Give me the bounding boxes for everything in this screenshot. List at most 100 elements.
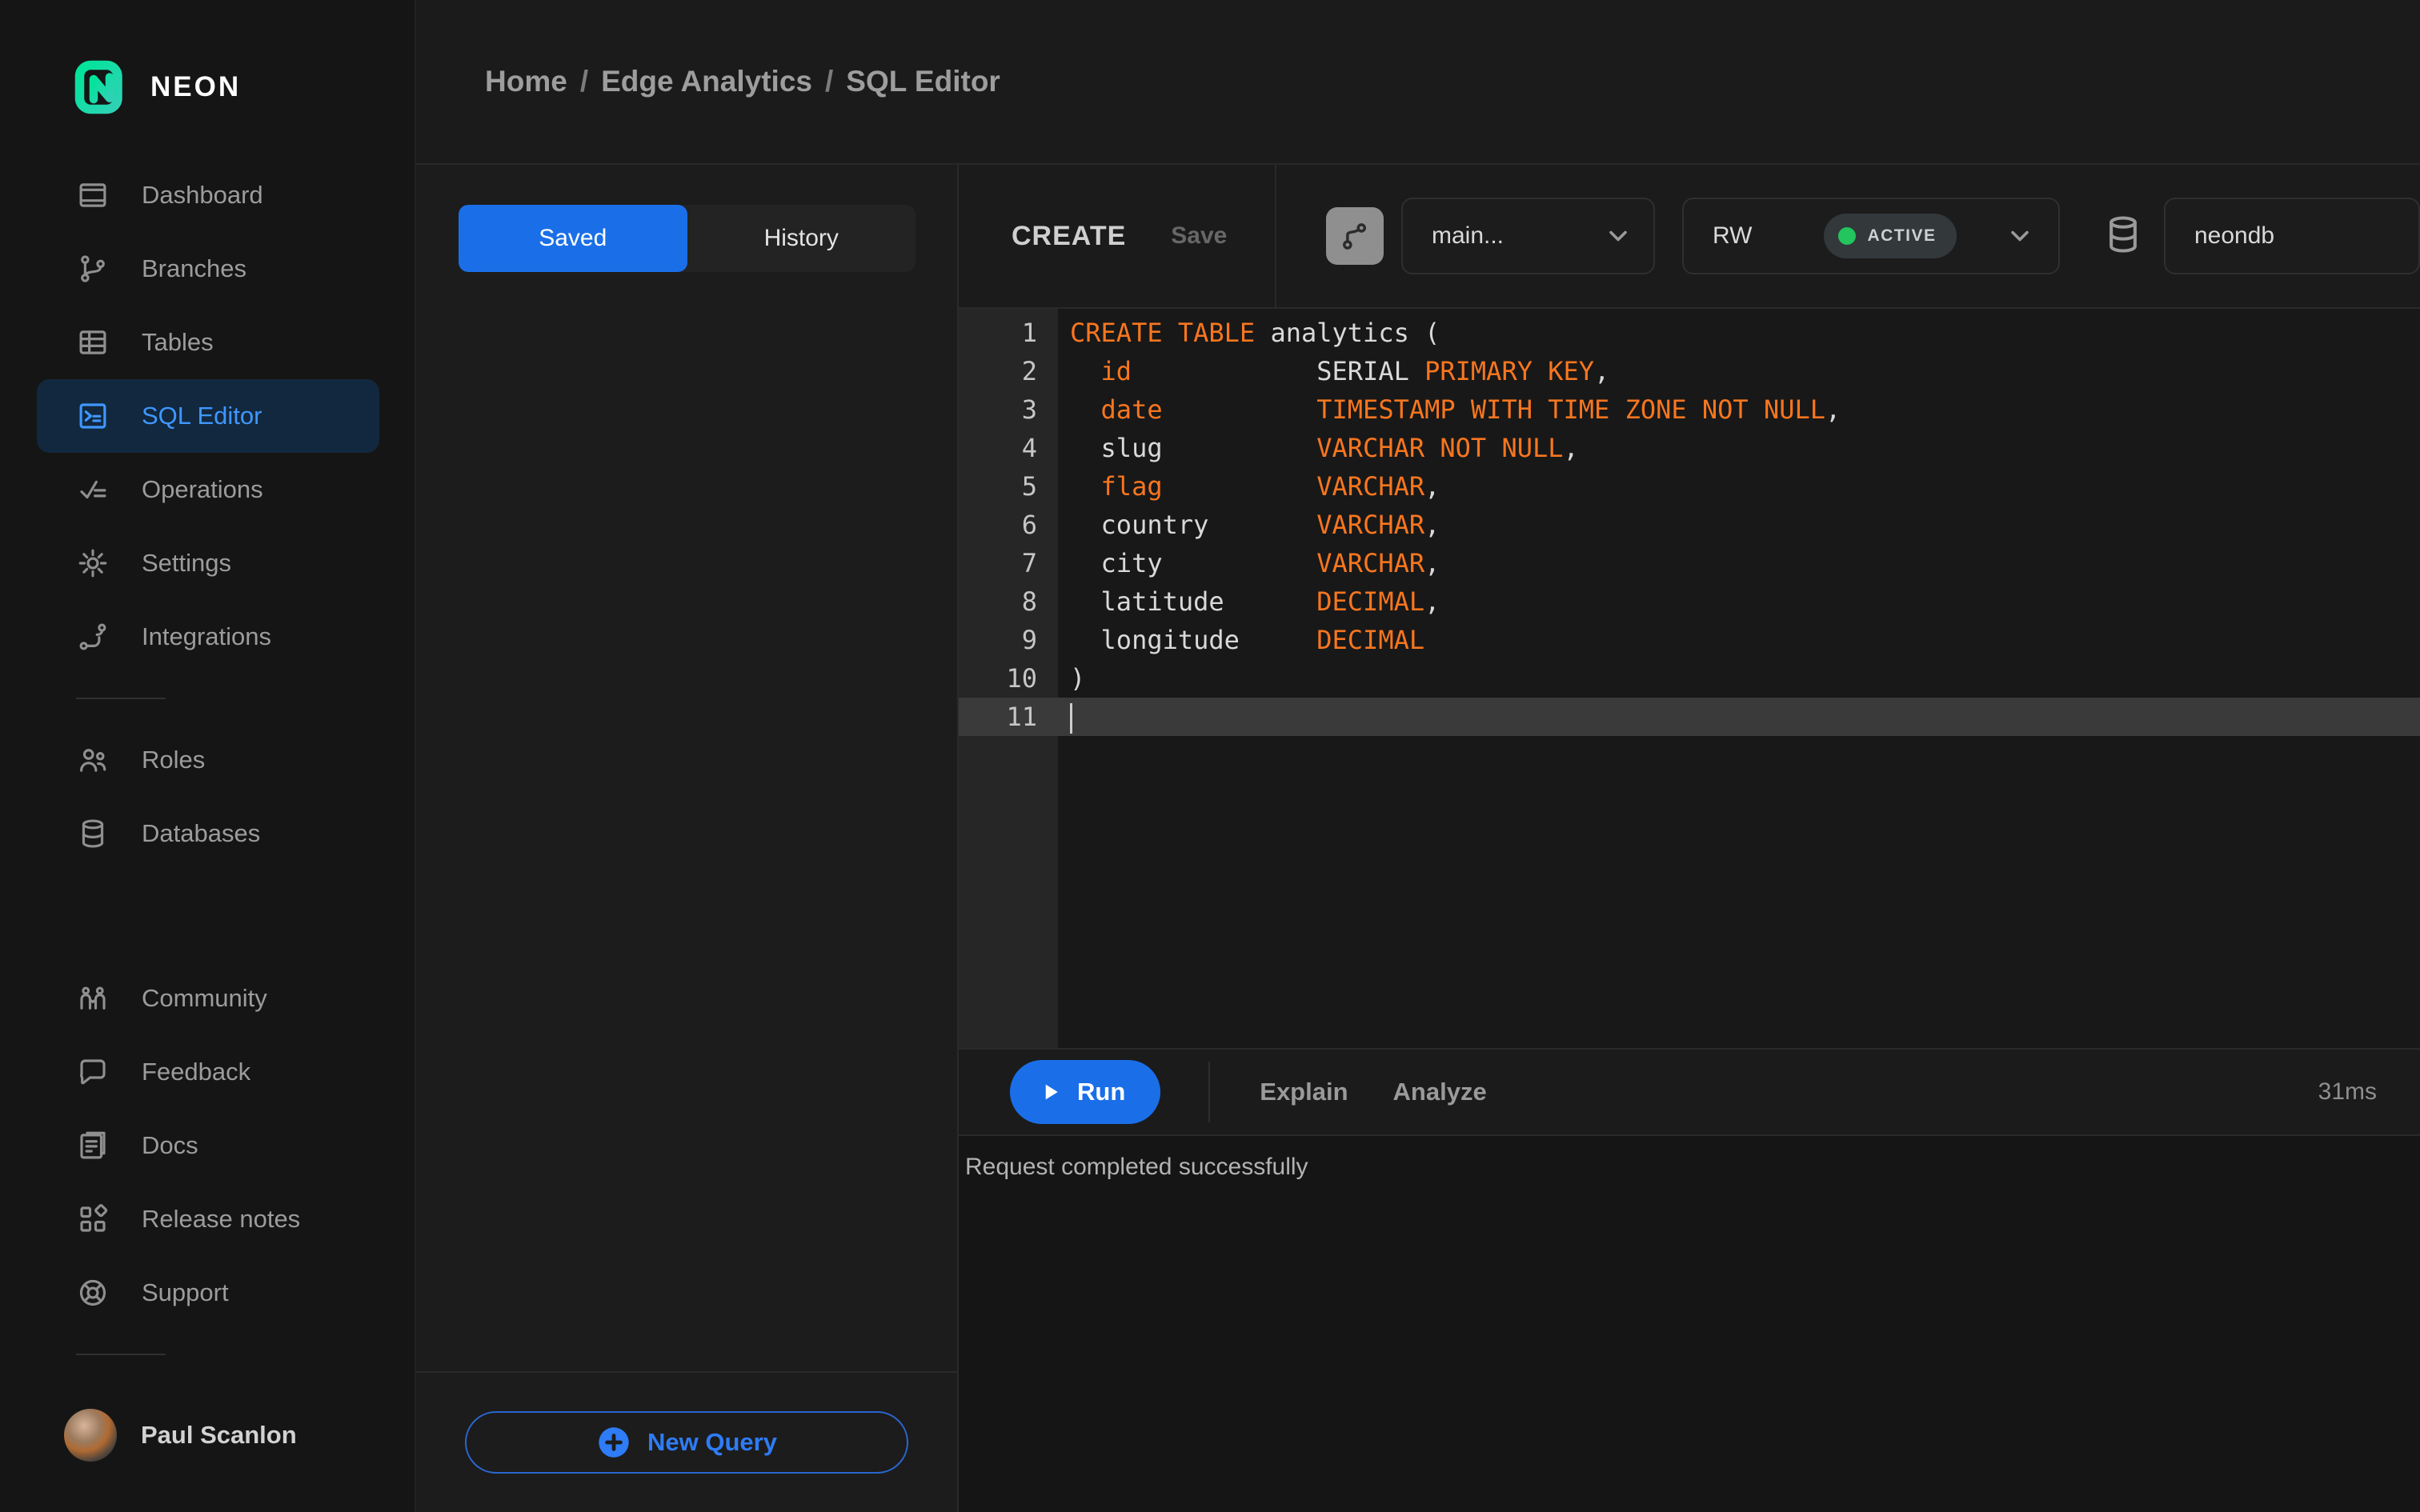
sidebar-item-tables[interactable]: Tables — [37, 306, 379, 379]
endpoint-select[interactable]: RW ACTIVE — [1682, 198, 2060, 274]
code-line-6[interactable]: 6 country VARCHAR, — [959, 506, 2420, 544]
tables-icon — [76, 326, 110, 359]
sidebar-item-label: Dashboard — [142, 181, 263, 209]
new-query-area: New Query — [416, 1371, 957, 1512]
new-query-button[interactable]: New Query — [465, 1411, 908, 1474]
feedback-icon — [76, 1055, 110, 1089]
breadcrumb: Home / Edge Analytics / SQL Editor — [485, 65, 1000, 98]
sidebar-item-label: Docs — [142, 1131, 198, 1159]
code-text — [1058, 698, 1072, 736]
queries-tabs: Saved History — [459, 205, 916, 272]
sidebar-item-sql-editor[interactable]: SQL Editor — [37, 379, 379, 453]
queries-panel: Saved History New Query — [416, 165, 959, 1512]
sidebar-item-operations[interactable]: Operations — [37, 453, 379, 526]
code-line-9[interactable]: 9 longitude DECIMAL — [959, 621, 2420, 659]
save-button[interactable]: Save — [1171, 222, 1227, 250]
sidebar-item-branches[interactable]: Branches — [37, 232, 379, 306]
sidebar-item-dashboard[interactable]: Dashboard — [37, 158, 379, 232]
breadcrumb-project[interactable]: Edge Analytics — [601, 65, 812, 98]
database-select[interactable]: neondb — [2164, 198, 2420, 274]
queries-list-empty — [416, 272, 957, 1371]
community-icon — [76, 982, 110, 1015]
tab-saved[interactable]: Saved — [459, 205, 687, 272]
sidebar-item-label: Branches — [142, 254, 246, 282]
sidebar-item-label: Community — [142, 984, 267, 1012]
sidebar-item-label: Feedback — [142, 1058, 251, 1086]
neon-console-window: NEON Dashboard Branches Tables SQL Editor Op… — [0, 0, 2420, 1512]
database-icon — [2101, 213, 2145, 260]
line-number: 9 — [1021, 625, 1037, 655]
header-divider — [1275, 165, 1276, 307]
play-icon — [1045, 1084, 1058, 1100]
breadcrumb-separator: / — [824, 65, 834, 98]
sidebar-item-release-notes[interactable]: Release notes — [37, 1182, 379, 1256]
main-region: Home / Edge Analytics / SQL Editor Saved… — [416, 0, 2420, 1512]
code-line-2[interactable]: 2 id SERIAL PRIMARY KEY, — [959, 352, 2420, 390]
database-select-value: neondb — [2194, 222, 2275, 249]
sidebar-item-support[interactable]: Support — [37, 1256, 379, 1330]
analyze-button[interactable]: Analyze — [1393, 1078, 1487, 1106]
sidebar-item-label: Tables — [142, 328, 214, 356]
run-button[interactable]: Run — [1010, 1060, 1161, 1124]
support-icon — [76, 1276, 110, 1310]
user-menu[interactable]: Paul Scanlon — [0, 1379, 415, 1475]
sidebar-nav-main: Dashboard Branches Tables SQL Editor Operati… — [0, 158, 415, 674]
sidebar-item-integrations[interactable]: Integrations — [37, 600, 379, 674]
sidebar-item-label: Settings — [142, 549, 232, 577]
code-text: id SERIAL PRIMARY KEY, — [1100, 356, 1610, 386]
endpoint-status-label: ACTIVE — [1867, 226, 1937, 245]
sidebar-item-label: Release notes — [142, 1205, 301, 1233]
sidebar-item-docs[interactable]: Docs — [37, 1109, 379, 1182]
branch-select[interactable]: main... — [1400, 198, 1656, 274]
code-text: country VARCHAR, — [1070, 510, 1440, 540]
code-text: date TIMESTAMP WITH TIME ZONE NOT NULL, — [1100, 394, 1841, 425]
code-text: city VARCHAR, — [1070, 548, 1440, 578]
explain-button[interactable]: Explain — [1260, 1078, 1348, 1106]
code-lines: 1 CREATE TABLE analytics (2 id SERIAL PRI… — [959, 314, 2420, 736]
sidebar-item-community[interactable]: Community — [37, 962, 379, 1035]
sidebar-item-label: Integrations — [142, 622, 271, 650]
status-message: Request completed successfully — [965, 1154, 1308, 1180]
line-number: 8 — [1021, 586, 1037, 617]
sidebar: NEON Dashboard Branches Tables SQL Editor Op… — [0, 0, 416, 1512]
line-number: 4 — [1021, 433, 1037, 463]
branch-icon — [1343, 223, 1367, 250]
code-line-8[interactable]: 8 latitude DECIMAL, — [959, 582, 2420, 621]
query-duration: 31ms — [2318, 1078, 2377, 1105]
code-line-5[interactable]: 5 flag VARCHAR, — [959, 467, 2420, 506]
code-line-11[interactable]: 11 — [959, 698, 2420, 736]
sidebar-item-roles[interactable]: Roles — [37, 723, 379, 797]
databases-icon — [76, 817, 110, 850]
sidebar-item-settings[interactable]: Settings — [37, 526, 379, 600]
sidebar-item-feedback[interactable]: Feedback — [37, 1035, 379, 1109]
endpoint-select-value: RW — [1713, 222, 1753, 249]
toolbar-separator — [1208, 1062, 1211, 1122]
dashboard-icon — [76, 178, 110, 212]
release-notes-icon — [76, 1202, 110, 1236]
topbar: Home / Edge Analytics / SQL Editor — [416, 0, 2420, 165]
content: Saved History New Query CREATE Save main… — [416, 165, 2420, 1512]
code-line-4[interactable]: 4 slug VARCHAR NOT NULL, — [959, 429, 2420, 467]
endpoint-status-badge: ACTIVE — [1824, 214, 1957, 258]
sidebar-item-label: Operations — [142, 475, 263, 503]
sidebar-divider-bottom — [76, 1354, 166, 1355]
sidebar-item-databases[interactable]: Databases — [37, 797, 379, 870]
neon-logo[interactable]: NEON — [0, 0, 415, 115]
integrations-icon — [76, 620, 110, 654]
code-text: latitude DECIMAL, — [1070, 586, 1440, 617]
code-text: ) — [1070, 663, 1086, 694]
code-line-1[interactable]: 1 CREATE TABLE analytics ( — [959, 314, 2420, 352]
breadcrumb-separator: / — [579, 65, 589, 98]
branch-button[interactable] — [1325, 207, 1384, 265]
breadcrumb-home[interactable]: Home — [485, 65, 567, 98]
user-name: Paul Scanlon — [141, 1421, 297, 1449]
tab-history[interactable]: History — [687, 205, 916, 272]
line-number: 10 — [1006, 663, 1037, 694]
code-line-3[interactable]: 3 date TIMESTAMP WITH TIME ZONE NOT NULL… — [959, 390, 2420, 429]
editor-header: CREATE Save main... RW ACTIVE neondb — [959, 165, 2420, 307]
run-toolbar: Run Explain Analyze 31ms — [959, 1048, 2420, 1136]
sql-code-editor[interactable]: 1 CREATE TABLE analytics (2 id SERIAL PRI… — [959, 307, 2420, 1048]
code-line-10[interactable]: 10) — [959, 659, 2420, 698]
code-line-7[interactable]: 7 city VARCHAR, — [959, 544, 2420, 582]
